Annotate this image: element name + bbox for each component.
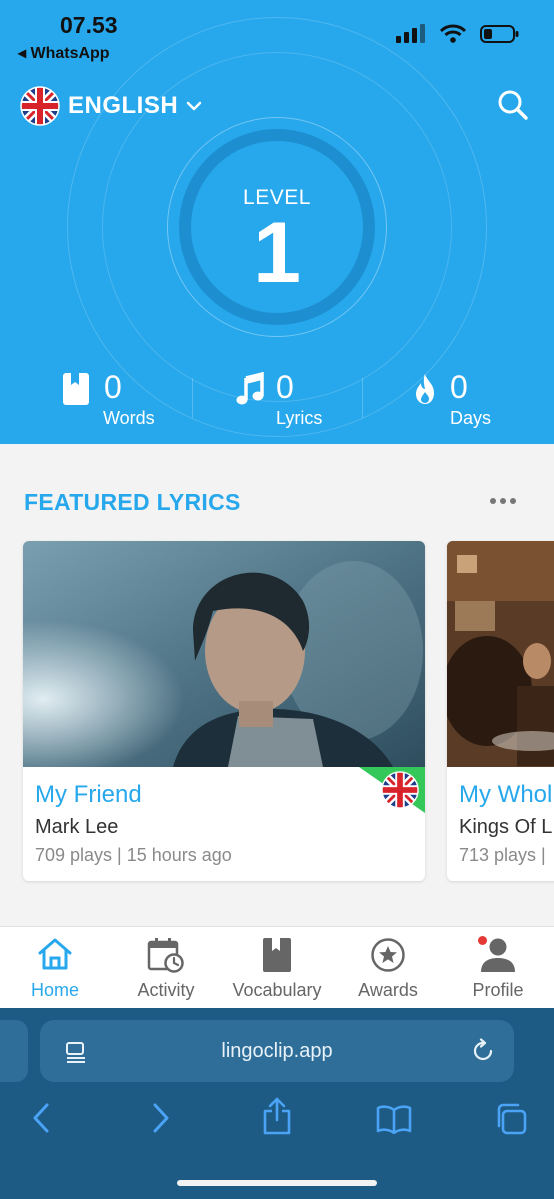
tab-vocabulary[interactable]: Vocabulary [222, 927, 332, 1009]
share-icon[interactable] [262, 1096, 292, 1136]
more-options-icon[interactable] [490, 498, 516, 506]
search-icon[interactable] [496, 88, 530, 122]
lyric-card[interactable]: My Friend Mark Lee 709 plays | 15 hours … [23, 541, 425, 881]
status-icons [396, 24, 520, 44]
calendar-clock-icon [147, 938, 184, 973]
stat-divider [192, 378, 193, 418]
home-icon [38, 938, 72, 970]
featured-lyrics-section: FEATURED LYRICS My Friend Mark Lee 709 p… [0, 444, 554, 926]
battery-icon [480, 25, 519, 43]
lyrics-label: Lyrics [276, 408, 323, 428]
tab-label: Awards [358, 980, 418, 1000]
music-note-icon [236, 372, 264, 405]
star-medal-icon [371, 938, 405, 972]
tab-home[interactable]: Home [0, 927, 110, 1009]
words-label: Words [103, 408, 155, 428]
words-count: 0 [104, 369, 122, 405]
notification-dot [478, 936, 487, 945]
tabs-icon[interactable] [494, 1102, 528, 1136]
book-icon [263, 938, 291, 972]
stat-divider [362, 378, 363, 418]
bottom-tab-bar: Home Activity Vocabulary Awards Profile [0, 926, 554, 1008]
wifi-icon [440, 24, 466, 43]
cellular-signal-icon [396, 24, 425, 43]
forward-icon[interactable] [150, 1100, 172, 1136]
song-artist: Kings Of L [459, 816, 553, 838]
previous-tab-preview[interactable] [0, 1020, 28, 1082]
language-selector[interactable]: ENGLISH [20, 86, 202, 126]
url-text: lingoclip.app [221, 1040, 333, 1062]
song-title: My Whol [459, 781, 553, 808]
address-bar[interactable]: lingoclip.app [40, 1020, 514, 1082]
tab-label: Home [30, 980, 79, 1000]
home-indicator[interactable] [177, 1180, 377, 1186]
level-hero: 07.53 ◂ WhatsApp ENGLISH LEVEL 1 0 Words… [0, 0, 554, 444]
flame-icon [416, 374, 434, 404]
tab-label: Profile [472, 980, 524, 1000]
language-label: ENGLISH [68, 92, 179, 119]
video-thumbnail [23, 541, 425, 767]
status-time: 07.53 [60, 12, 118, 38]
song-title: My Friend [35, 781, 142, 808]
section-title: FEATURED LYRICS [24, 489, 241, 515]
tab-label: Activity [137, 980, 195, 1000]
back-icon[interactable] [30, 1100, 52, 1136]
song-meta: 709 plays | 15 hours ago [35, 845, 232, 865]
lyrics-count: 0 [276, 369, 294, 405]
days-count: 0 [450, 369, 468, 405]
tab-activity[interactable]: Activity [111, 927, 221, 1009]
video-thumbnail [447, 541, 554, 767]
book-icon [63, 373, 89, 405]
tab-label: Vocabulary [232, 980, 322, 1000]
uk-flag-icon [381, 771, 419, 809]
stat-days[interactable]: 0 Days [412, 368, 532, 432]
tab-profile[interactable]: Profile [443, 927, 553, 1009]
song-meta: 713 plays | [459, 845, 546, 865]
days-label: Days [450, 408, 492, 428]
tab-awards[interactable]: Awards [333, 927, 443, 1009]
back-to-app-link[interactable]: ◂ WhatsApp [18, 43, 110, 63]
bookmarks-icon[interactable] [376, 1104, 412, 1134]
browser-toolbar: lingoclip.app [0, 1008, 554, 1199]
stat-lyrics[interactable]: 0 Lyrics [236, 368, 356, 432]
stat-words[interactable]: 0 Words [62, 368, 182, 432]
status-bar: 07.53 ◂ WhatsApp [0, 0, 554, 66]
lyric-card[interactable]: My Whol Kings Of L 713 plays | [447, 541, 554, 881]
chevron-down-icon [186, 101, 202, 111]
uk-flag-icon [20, 86, 60, 126]
level-value: 1 [253, 205, 301, 301]
song-artist: Mark Lee [35, 816, 119, 838]
reload-icon[interactable] [470, 1038, 496, 1064]
